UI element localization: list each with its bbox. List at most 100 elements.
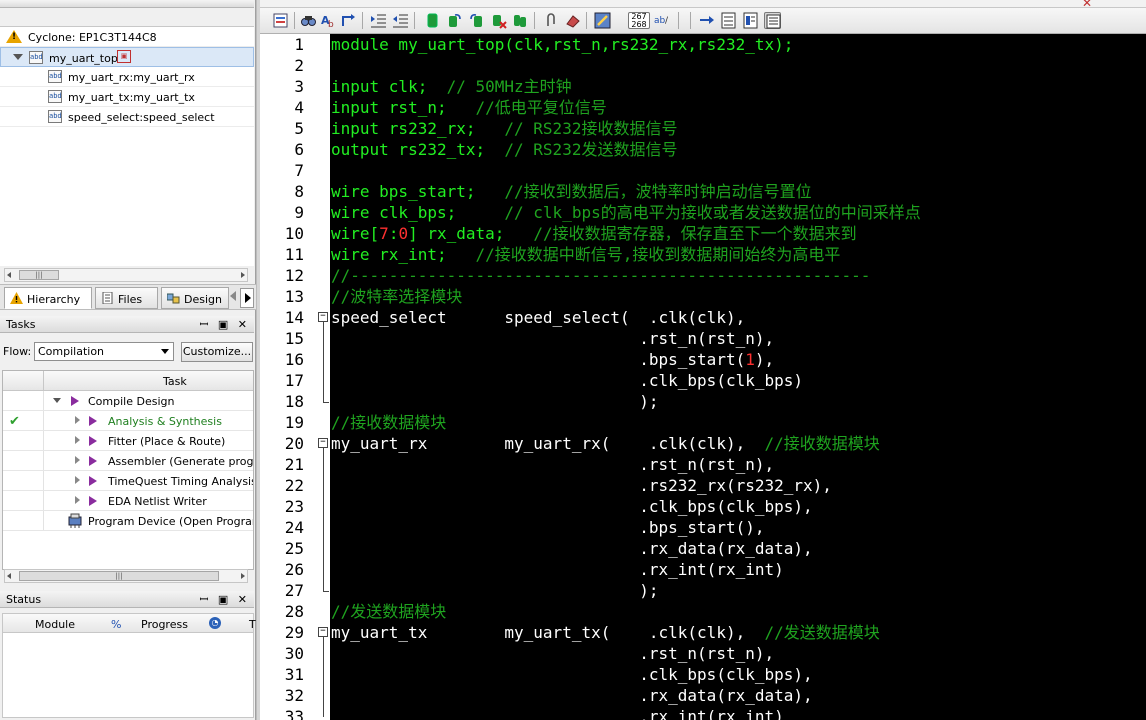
tasks-hscrollbar[interactable]: ||| bbox=[4, 569, 248, 583]
scroll-thumb[interactable]: ||| bbox=[19, 270, 59, 280]
task-row[interactable]: Compile Design bbox=[3, 391, 253, 411]
code-line[interactable]: input rst_n; //低电平复位信号 bbox=[331, 97, 607, 118]
unindent-icon[interactable] bbox=[392, 12, 409, 29]
expand-arrow-icon[interactable] bbox=[75, 436, 80, 444]
code-line[interactable]: .bps_start(1), bbox=[331, 349, 774, 370]
bookmark-prev-icon[interactable] bbox=[468, 12, 485, 29]
expand-arrow-icon[interactable] bbox=[13, 54, 23, 60]
code-line[interactable]: wire rx_int; //接收数据中断信号,接收到数据期间始终为高电平 bbox=[331, 244, 840, 265]
code-line[interactable]: //波特率选择模块 bbox=[331, 286, 462, 307]
bookmark-icon[interactable] bbox=[424, 12, 441, 29]
bookmark-clear-icon[interactable] bbox=[512, 12, 529, 29]
task-column-header[interactable]: Task bbox=[163, 375, 187, 388]
task-row[interactable]: EDA Netlist Writer bbox=[3, 491, 253, 511]
code-line[interactable]: //发送数据模块 bbox=[331, 601, 446, 622]
code-line[interactable]: input rs232_rx; // RS232接收数据信号 bbox=[331, 118, 677, 139]
fold-toggle-icon[interactable]: − bbox=[318, 312, 328, 322]
code-line[interactable]: //--------------------------------------… bbox=[331, 265, 870, 286]
flow-select[interactable]: Compilation bbox=[34, 342, 174, 361]
tree-row-top-entity[interactable]: abd my_uart_top ▣ bbox=[0, 47, 254, 67]
panel-controls-icon[interactable]: ꟷ ▣ ✕ bbox=[199, 317, 250, 332]
goto-line-icon[interactable] bbox=[340, 12, 357, 29]
column-select-icon[interactable] bbox=[742, 12, 759, 29]
code-line[interactable]: module my_uart_top(clk,rst_n,rs232_rx,rs… bbox=[331, 34, 793, 55]
code-editor[interactable]: 1 2 3 4 5 6 7 8 9 10 11 12 13 14 15 16 17 18 19 20 21 22 23 24 2… bbox=[260, 34, 1146, 720]
tab-design[interactable]: Design bbox=[161, 287, 229, 309]
customize-button[interactable]: Customize... bbox=[181, 342, 253, 362]
svg-text:/: / bbox=[665, 16, 669, 26]
insert-template-icon[interactable] bbox=[720, 12, 737, 29]
tab-scroll-left-icon[interactable] bbox=[230, 291, 236, 301]
code-line[interactable]: wire bps_start; //接收到数据后，波特率时钟启动信号置位 bbox=[331, 181, 812, 202]
scroll-thumb[interactable]: ||| bbox=[19, 571, 219, 581]
code-line[interactable]: wire clk_bps; // clk_bps的高电平为接收或者发送数据位的中… bbox=[331, 202, 921, 223]
code-token: wire[ bbox=[331, 224, 380, 243]
code-line[interactable]: .rx_int(rx_int) bbox=[331, 706, 784, 720]
bookmark-delete-icon[interactable] bbox=[490, 12, 507, 29]
code-line[interactable]: speed_select speed_select( .clk(clk), bbox=[331, 307, 745, 328]
code-line[interactable]: .rx_data(rx_data), bbox=[331, 685, 812, 706]
task-row[interactable]: TimeQuest Timing Analysis bbox=[3, 471, 253, 491]
expand-arrow-icon[interactable] bbox=[75, 496, 80, 504]
code-line[interactable]: .rs232_rx(rs232_rx), bbox=[331, 475, 832, 496]
fold-toggle-icon[interactable]: − bbox=[318, 438, 328, 448]
edit-pencil-icon[interactable] bbox=[594, 12, 611, 29]
find-icon[interactable] bbox=[300, 12, 317, 29]
code-line[interactable]: input clk; // 50MHz主时钟 bbox=[331, 76, 572, 97]
tree-row-child[interactable]: abd speed_select:speed_select bbox=[0, 107, 254, 127]
scroll-left-icon[interactable] bbox=[7, 573, 11, 579]
status-col-module[interactable]: Module bbox=[35, 618, 75, 631]
status-col-progress[interactable]: Progress bbox=[141, 618, 188, 631]
status-col-t[interactable]: T bbox=[249, 618, 256, 631]
panel-controls-icon[interactable]: ꟷ ▣ ✕ bbox=[199, 592, 250, 607]
expand-arrow-icon[interactable] bbox=[75, 416, 80, 424]
code-line[interactable]: .rst_n(rst_n), bbox=[331, 328, 774, 349]
code-line[interactable]: //接收数据模块 bbox=[331, 412, 446, 433]
code-line[interactable]: .rst_n(rst_n), bbox=[331, 643, 774, 664]
task-row[interactable]: Fitter (Place & Route) bbox=[3, 431, 253, 451]
tree-row-child[interactable]: abd my_uart_rx:my_uart_rx bbox=[0, 67, 254, 87]
task-row[interactable]: ✔ Analysis & Synthesis bbox=[3, 411, 253, 431]
document-properties-icon[interactable] bbox=[272, 12, 289, 29]
code-line[interactable]: .rst_n(rst_n), bbox=[331, 454, 774, 475]
code-line[interactable]: ); bbox=[331, 391, 658, 412]
find-replace-icon[interactable]: Ab bbox=[320, 12, 337, 29]
scroll-right-icon[interactable] bbox=[241, 573, 245, 579]
hierarchy-hscrollbar[interactable]: ||| bbox=[4, 268, 248, 282]
code-line[interactable]: my_uart_rx my_uart_rx( .clk(clk), //接收数据… bbox=[331, 433, 880, 454]
status-col-percent[interactable]: % bbox=[111, 618, 121, 631]
expand-arrow-icon[interactable] bbox=[75, 456, 80, 464]
indent-icon[interactable] bbox=[370, 12, 387, 29]
code-line[interactable]: output rs232_tx; // RS232发送数据信号 bbox=[331, 139, 677, 160]
tree-row-child[interactable]: abd my_uart_tx:my_uart_tx bbox=[0, 87, 254, 107]
code-line[interactable]: ); bbox=[331, 580, 658, 601]
expand-arrow-icon[interactable] bbox=[75, 476, 80, 484]
attach-icon[interactable] bbox=[542, 12, 559, 29]
code-line[interactable]: .rx_data(rx_data), bbox=[331, 538, 812, 559]
tab-scroll-right-button[interactable] bbox=[240, 288, 254, 308]
scroll-left-icon[interactable] bbox=[7, 272, 11, 278]
scroll-right-icon[interactable] bbox=[241, 272, 245, 278]
erase-icon[interactable] bbox=[564, 12, 581, 29]
expand-arrow-icon[interactable] bbox=[53, 398, 61, 403]
fold-toggle-icon[interactable]: − bbox=[318, 627, 328, 637]
tab-hierarchy[interactable]: Hierarchy bbox=[4, 287, 92, 309]
toggle-view-icon[interactable] bbox=[764, 12, 781, 29]
spell-check-icon[interactable]: ab / bbox=[654, 12, 671, 29]
code-line[interactable]: .clk_bps(clk_bps), bbox=[331, 496, 812, 517]
hierarchy-tree[interactable]: Cyclone: EP1C3T144C8 abd my_uart_top ▣ a… bbox=[0, 26, 254, 266]
code-line[interactable]: .rx_int(rx_int) bbox=[331, 559, 784, 580]
task-row[interactable]: Assembler (Generate programming files) bbox=[3, 451, 253, 471]
code-line[interactable]: my_uart_tx my_uart_tx( .clk(clk), //发送数据… bbox=[331, 622, 880, 643]
tree-row-device[interactable]: Cyclone: EP1C3T144C8 bbox=[0, 27, 254, 47]
code-line[interactable]: wire[7:0] rx_data; //接收数据寄存器，保存直至下一个数据来到 bbox=[331, 223, 857, 244]
line-count-badge[interactable]: 267 268 bbox=[628, 12, 650, 29]
insert-arrow-icon[interactable] bbox=[698, 12, 715, 29]
task-row[interactable]: Program Device (Open Programmer) bbox=[3, 511, 253, 531]
tab-files[interactable]: Files bbox=[95, 287, 158, 309]
code-line[interactable]: .clk_bps(clk_bps), bbox=[331, 664, 812, 685]
code-text[interactable]: module my_uart_top(clk,rst_n,rs232_rx,rs… bbox=[331, 34, 1146, 720]
code-line[interactable]: .bps_start(), bbox=[331, 517, 764, 538]
bookmark-next-icon[interactable] bbox=[446, 12, 463, 29]
code-line[interactable]: .clk_bps(clk_bps) bbox=[331, 370, 803, 391]
